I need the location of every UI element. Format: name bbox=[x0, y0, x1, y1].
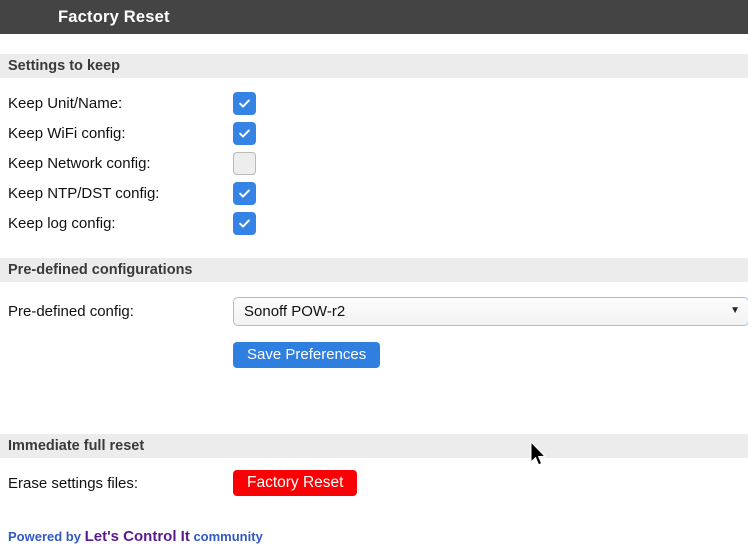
footer-community: community bbox=[193, 529, 263, 544]
label-keep-network-config: Keep Network config: bbox=[8, 154, 151, 172]
factory-reset-button[interactable]: Factory Reset bbox=[233, 470, 358, 496]
row-keep-log-config: Keep log config: bbox=[0, 208, 748, 238]
predefined-config-select-wrapper: Sonoff POW-r2 ▼ bbox=[233, 296, 748, 326]
row-erase-settings-files: Erase settings files: Factory Reset bbox=[0, 468, 748, 498]
section-header-settings-to-keep: Settings to keep bbox=[0, 54, 748, 78]
label-keep-log-config: Keep log config: bbox=[8, 214, 116, 232]
save-preferences-button[interactable]: Save Preferences bbox=[233, 342, 381, 368]
row-keep-network-config: Keep Network config: bbox=[0, 148, 748, 178]
checkbox-keep-wifi-config[interactable] bbox=[233, 121, 256, 145]
footer-powered-by: Powered by bbox=[8, 529, 81, 544]
section-header-predefined-configurations: Pre-defined configurations bbox=[0, 258, 748, 282]
check-icon bbox=[239, 188, 250, 198]
checkbox-keep-log-config[interactable] bbox=[233, 211, 256, 235]
label-keep-wifi-config: Keep WiFi config: bbox=[8, 124, 126, 142]
section-title-immediate-full-reset: Immediate full reset bbox=[8, 438, 145, 454]
label-erase-settings-files: Erase settings files: bbox=[8, 474, 139, 492]
section-title-settings-to-keep: Settings to keep bbox=[8, 58, 120, 74]
check-icon bbox=[239, 98, 250, 108]
row-keep-wifi-config: Keep WiFi config: bbox=[0, 118, 748, 148]
page-title: Factory Reset bbox=[58, 7, 170, 26]
label-keep-ntp-dst-config: Keep NTP/DST config: bbox=[8, 184, 160, 202]
label-keep-unit-name: Keep Unit/Name: bbox=[8, 94, 123, 112]
row-keep-unit-name: Keep Unit/Name: bbox=[0, 88, 748, 118]
label-predefined-config: Pre-defined config: bbox=[8, 302, 134, 320]
footer-brand-link[interactable]: Let's Control It bbox=[85, 528, 190, 545]
checkbox-keep-network-config[interactable] bbox=[233, 151, 256, 175]
checkbox-keep-unit-name[interactable] bbox=[233, 91, 256, 115]
page-header: Factory Reset bbox=[0, 0, 748, 34]
section-header-immediate-full-reset: Immediate full reset bbox=[0, 434, 748, 458]
row-save-preferences: Save Preferences bbox=[0, 340, 748, 370]
check-icon bbox=[239, 218, 250, 228]
checkbox-keep-ntp-dst-config[interactable] bbox=[233, 181, 256, 205]
section-title-predefined-configurations: Pre-defined configurations bbox=[8, 262, 193, 278]
footer-credit: Powered by Let's Control It community bbox=[0, 528, 748, 545]
row-keep-ntp-dst-config: Keep NTP/DST config: bbox=[0, 178, 748, 208]
check-icon bbox=[239, 128, 250, 138]
predefined-config-select[interactable]: Sonoff POW-r2 bbox=[233, 296, 748, 326]
row-predefined-config: Pre-defined config: Sonoff POW-r2 ▼ bbox=[0, 296, 748, 326]
